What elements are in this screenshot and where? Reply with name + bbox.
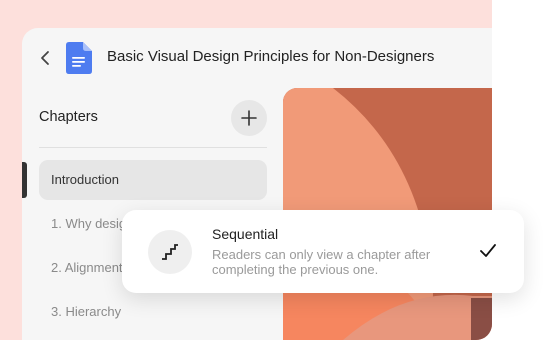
plus-icon — [241, 110, 257, 126]
option-title: Sequential — [212, 226, 279, 242]
option-icon-wrap — [148, 230, 192, 274]
header: Basic Visual Design Principles for Non-D… — [22, 28, 492, 88]
add-chapter-button[interactable] — [231, 100, 267, 136]
document-icon — [66, 42, 92, 74]
chapter-item-3[interactable]: 3. Hierarchy — [39, 292, 267, 332]
chapter-item-introduction[interactable]: Introduction — [39, 160, 267, 200]
stairs-icon — [162, 244, 178, 260]
chapters-heading: Chapters — [39, 109, 98, 125]
navigation-mode-option[interactable]: Sequential Readers can only view a chapt… — [122, 210, 524, 293]
active-chapter-marker — [22, 162, 27, 198]
option-description: Readers can only view a chapter after co… — [212, 247, 431, 277]
document-title: Basic Visual Design Principles for Non-D… — [107, 48, 435, 65]
checkmark-icon — [480, 244, 496, 257]
back-button[interactable] — [36, 47, 54, 69]
chevron-left-icon — [41, 51, 49, 65]
sidebar-divider — [39, 147, 267, 148]
editor-window: Basic Visual Design Principles for Non-D… — [22, 28, 492, 340]
